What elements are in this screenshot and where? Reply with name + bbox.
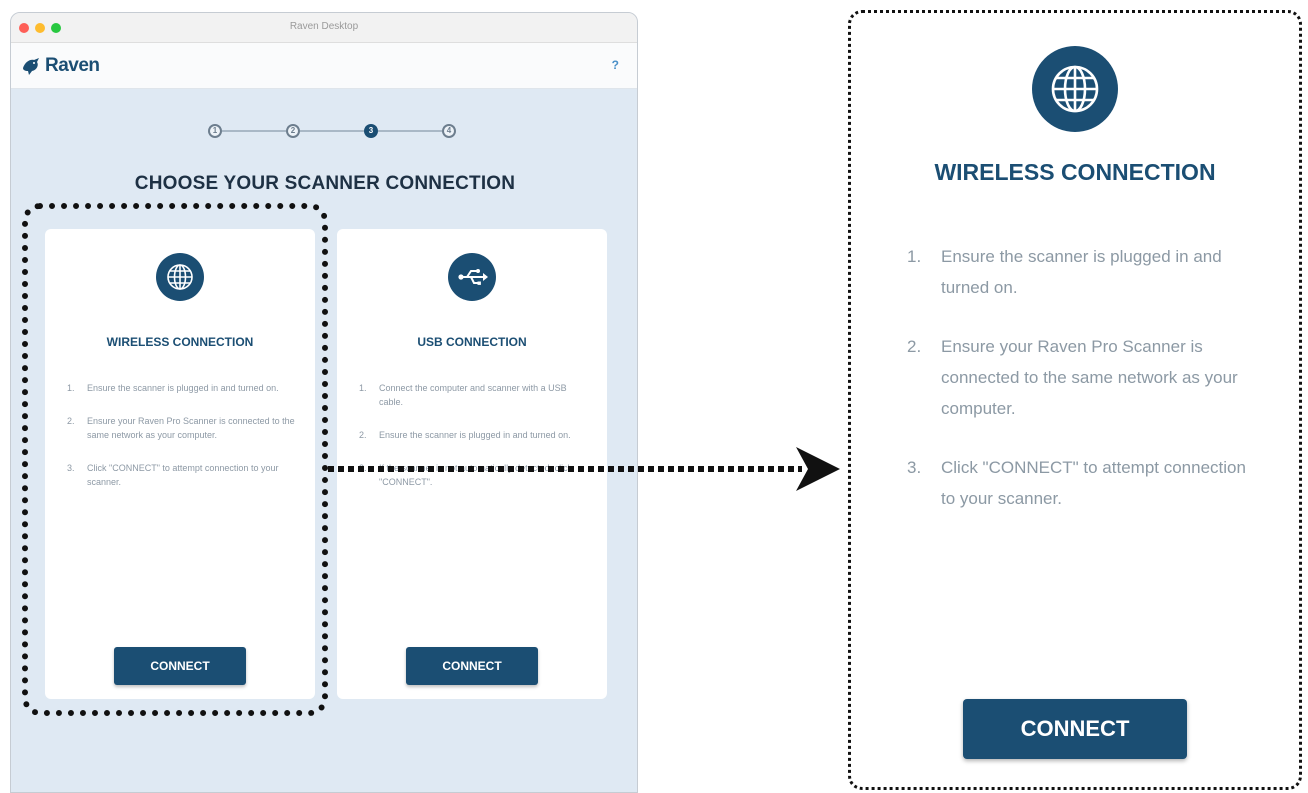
step-3-active: 3 [364, 124, 378, 138]
zoom-connect-button[interactable]: CONNECT [963, 699, 1187, 759]
instruction-item: 2. Ensure the scanner is plugged in and t… [359, 430, 571, 440]
instruction-item: 1. Connect the computer and scanner with … [359, 383, 567, 407]
app-header: Raven ? [11, 43, 637, 89]
card-title: USB CONNECTION [417, 335, 527, 349]
window-titlebar: Raven Desktop [11, 13, 637, 43]
step-4: 4 [442, 124, 456, 138]
usb-icon [448, 253, 496, 301]
step-2: 2 [286, 124, 300, 138]
step-connector [378, 130, 442, 132]
usb-connect-button[interactable]: CONNECT [406, 647, 538, 685]
instruction-item: 1. Ensure the scanner is plugged in and t… [907, 247, 1222, 297]
zoom-card-title: WIRELESS CONNECTION [934, 159, 1216, 185]
instruction-item: 3. Click "CONNECT" to attempt connection … [907, 458, 1246, 508]
zoom-instruction-list: 1. Ensure the scanner is plugged in and t… [907, 241, 1259, 542]
raven-logo: Raven [21, 55, 100, 77]
globe-icon [1032, 46, 1118, 132]
step-connector [222, 130, 286, 132]
step-1: 1 [208, 124, 222, 138]
window-title: Raven Desktop [289, 21, 359, 32]
instruction-item: 2. Ensure your Raven Pro Scanner is conne… [907, 337, 1238, 418]
logo-text: Raven [45, 55, 100, 76]
step-indicator: 1 2 3 4 [208, 121, 458, 141]
help-button[interactable]: ? [612, 58, 619, 72]
page-title: CHOOSE YOUR SCANNER CONNECTION [134, 173, 516, 194]
zoomed-wireless-card: WIRELESS CONNECTION 1. Ensure the scanner… [848, 10, 1302, 790]
highlight-callout [22, 203, 328, 716]
callout-arrow-icon [328, 447, 840, 491]
raven-bird-icon [23, 58, 39, 75]
step-connector [300, 130, 364, 132]
